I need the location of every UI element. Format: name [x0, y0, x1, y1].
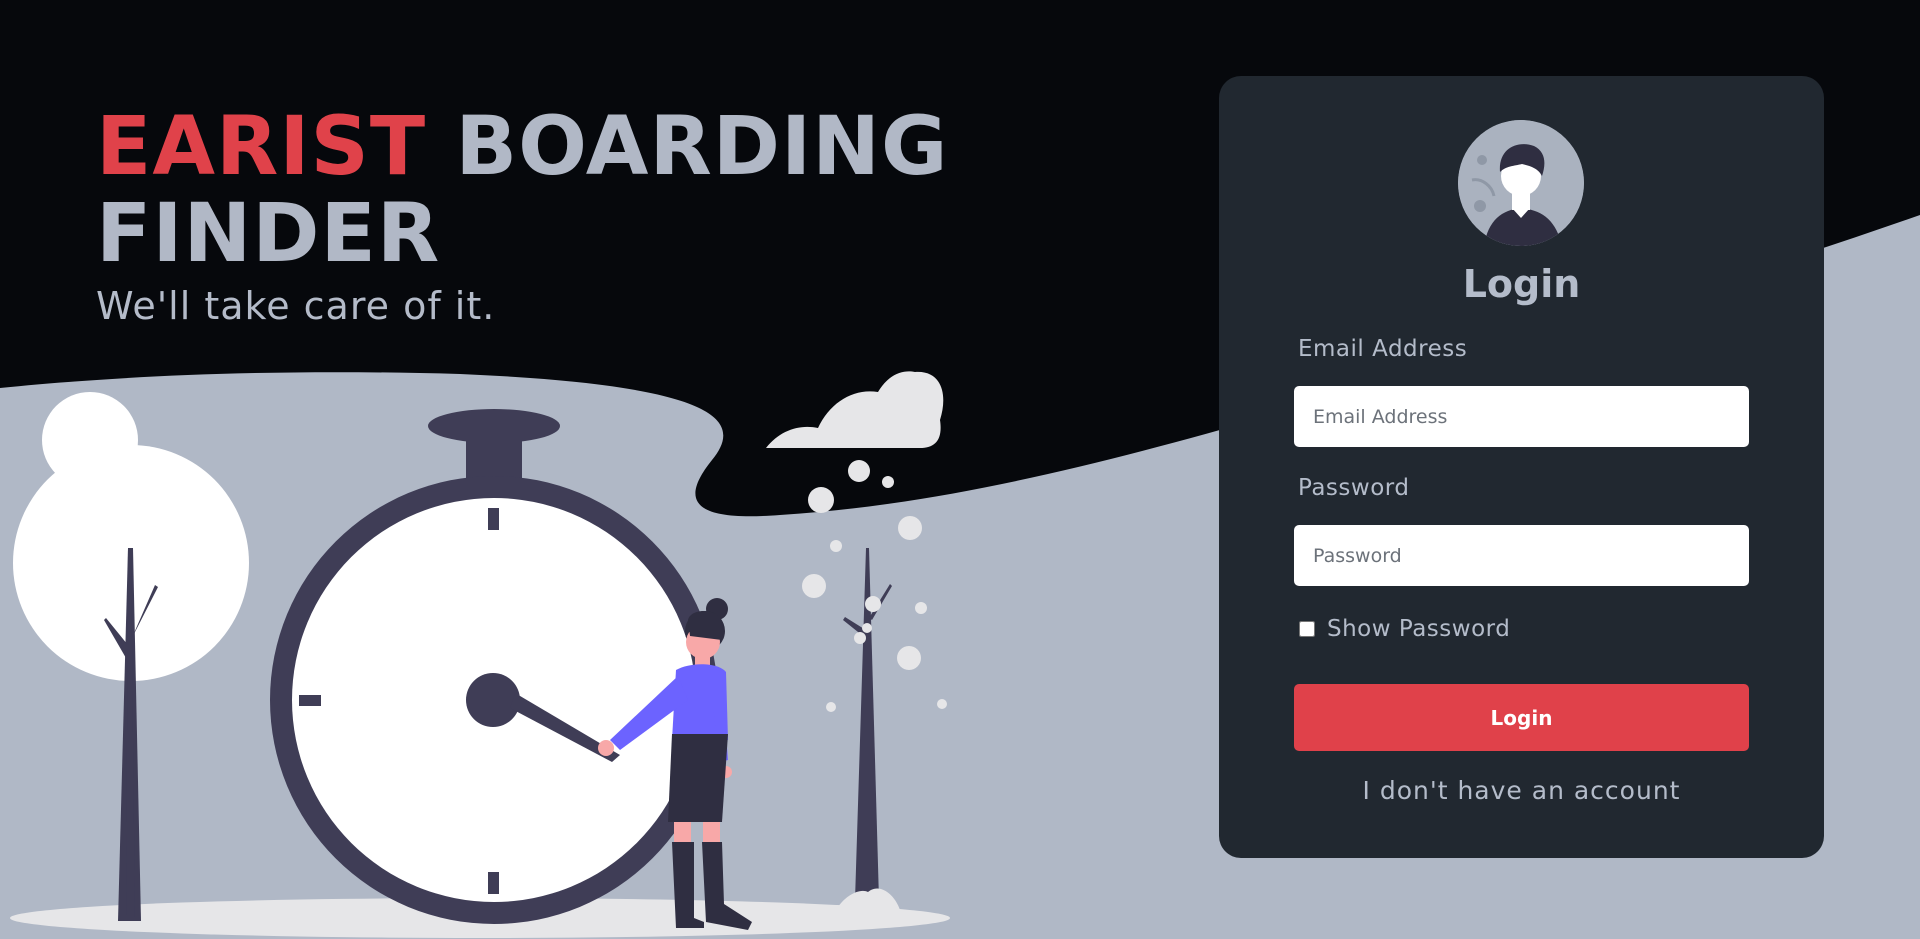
hero-title: EARIST BOARDING FINDER [96, 104, 948, 278]
show-password-row: Show Password [1299, 616, 1510, 642]
left-tree [13, 392, 249, 921]
hero-title-line2: FINDER [96, 187, 441, 281]
hero-title-accent: EARIST [96, 100, 427, 194]
email-input[interactable] [1294, 386, 1749, 447]
email-label: Email Address [1298, 336, 1468, 362]
no-account-link[interactable]: I don't have an account [1219, 776, 1824, 805]
password-label: Password [1298, 475, 1410, 501]
hero-section: EARIST BOARDING FINDER We'll take care o… [96, 104, 948, 329]
show-password-label: Show Password [1327, 616, 1511, 642]
hero-title-rest: BOARDING [455, 100, 949, 194]
user-avatar-icon [1458, 120, 1584, 246]
right-tree [802, 548, 947, 910]
stopwatch [270, 409, 718, 924]
login-card: Login Email Address Password Show Passwo… [1219, 76, 1824, 858]
login-button[interactable]: Login [1294, 684, 1749, 751]
show-password-checkbox[interactable] [1299, 621, 1315, 637]
hero-subtitle: We'll take care of it. [96, 284, 496, 328]
login-title: Login [1462, 262, 1581, 306]
password-input[interactable] [1294, 525, 1749, 586]
